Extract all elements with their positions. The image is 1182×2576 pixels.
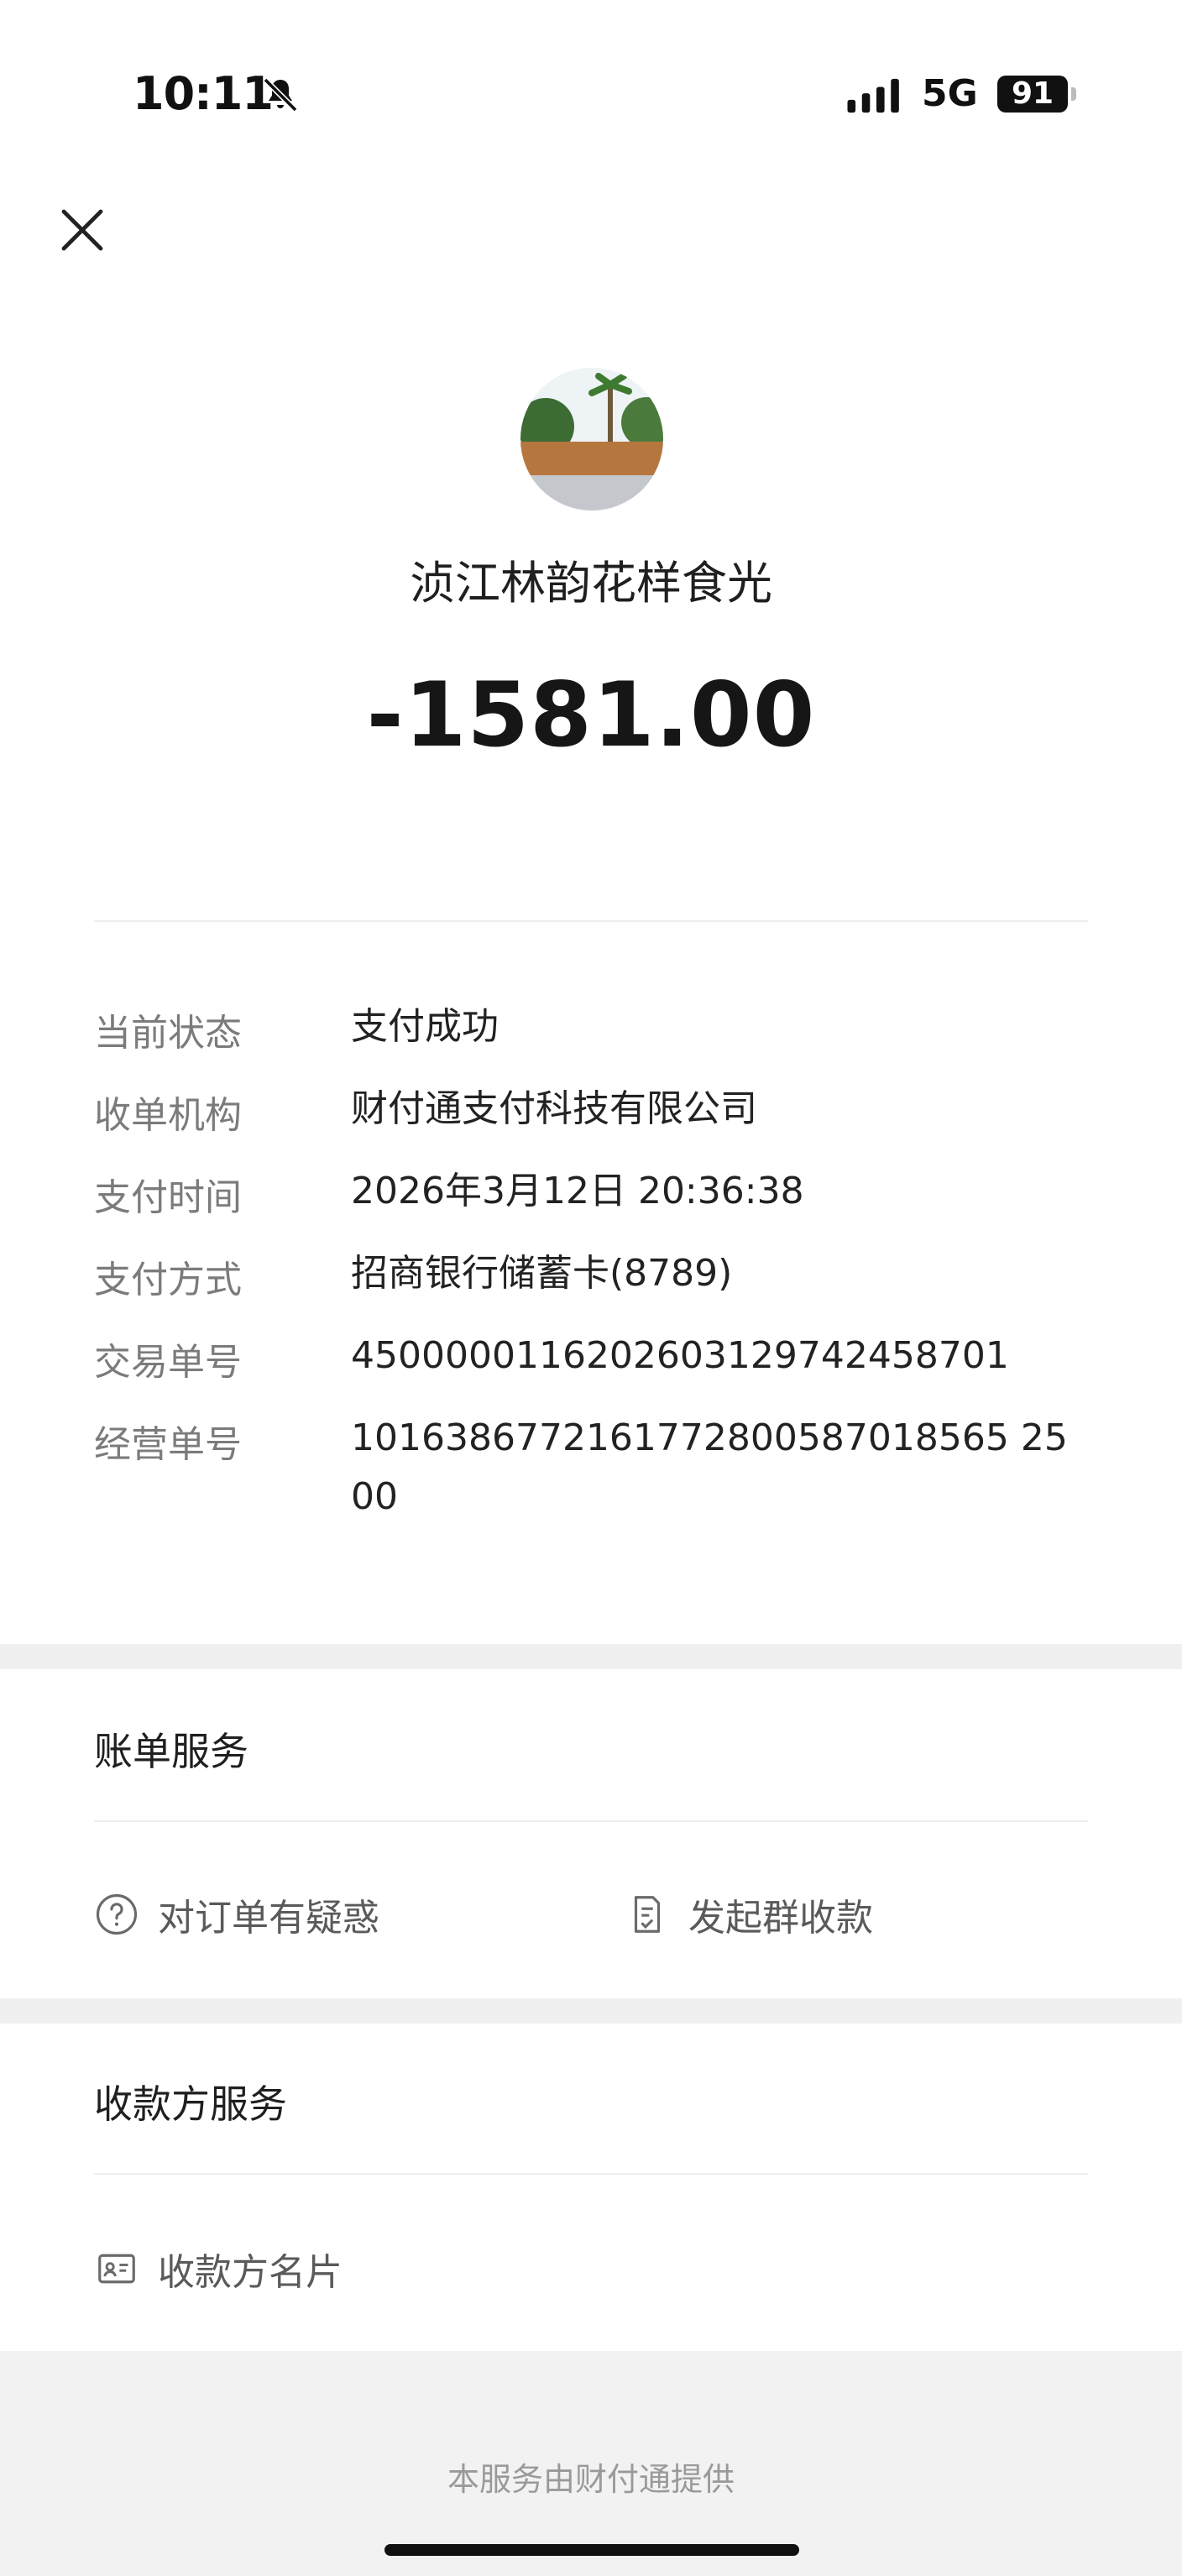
detail-value-acquirer: 财付通支付科技有限公司 [351,1087,757,1130]
detail-value-merchant-no: 1016386772161772800587018565 2500 [351,1416,1068,1518]
amount: -1581.00 [366,663,816,767]
group-collection-label: 发起群收款 [688,1897,873,1940]
status-time: 10:11 [133,67,274,120]
footer-text: 本服务由财付通提供 [447,2461,735,2498]
network-type: 5G [922,72,978,115]
detail-value-time: 2026年3月12日 20:36:38 [351,1170,804,1212]
payee-card-label: 收款方名片 [158,2251,343,2294]
detail-value-transaction-no: 4500000116202603129742458701 [351,1334,1009,1377]
section-separator [0,1644,1182,1669]
signal-icon [847,78,899,113]
payee-card-button[interactable]: 收款方名片 [94,2242,343,2296]
order-question-label: 对订单有疑惑 [158,1897,379,1940]
detail-value-method: 招商银行储蓄卡(8789) [351,1252,733,1295]
battery-tip [1071,87,1076,101]
detail-label-method: 支付方式 [94,1259,242,1301]
close-icon[interactable] [59,207,106,254]
home-indicator[interactable] [384,2544,799,2556]
group-collection-button[interactable]: 发起群收款 [625,1887,873,1941]
divider [94,920,1088,922]
merchant-avatar [520,368,663,510]
battery-icon: 91 [997,76,1068,113]
divider [94,1820,1088,1822]
detail-label-transaction-no: 交易单号 [94,1341,242,1384]
bell-muted-icon [263,77,298,113]
bill-services-title: 账单服务 [94,1729,248,1774]
divider [94,2173,1088,2175]
document-icon [634,1896,661,1933]
order-question-button[interactable]: 对订单有疑惑 [94,1887,379,1941]
card-icon [98,2254,135,2284]
payee-services-title: 收款方服务 [94,2081,287,2127]
section-separator [0,1998,1182,2024]
detail-label-time: 支付时间 [94,1176,242,1219]
merchant-name: 浈江林韵花样食光 [410,557,772,610]
question-circle-icon [96,1893,138,1935]
detail-label-merchant-no: 经营单号 [94,1423,242,1466]
detail-label-acquirer: 收单机构 [94,1094,242,1137]
detail-value-status: 支付成功 [351,1005,499,1048]
detail-label-status: 当前状态 [94,1012,242,1055]
